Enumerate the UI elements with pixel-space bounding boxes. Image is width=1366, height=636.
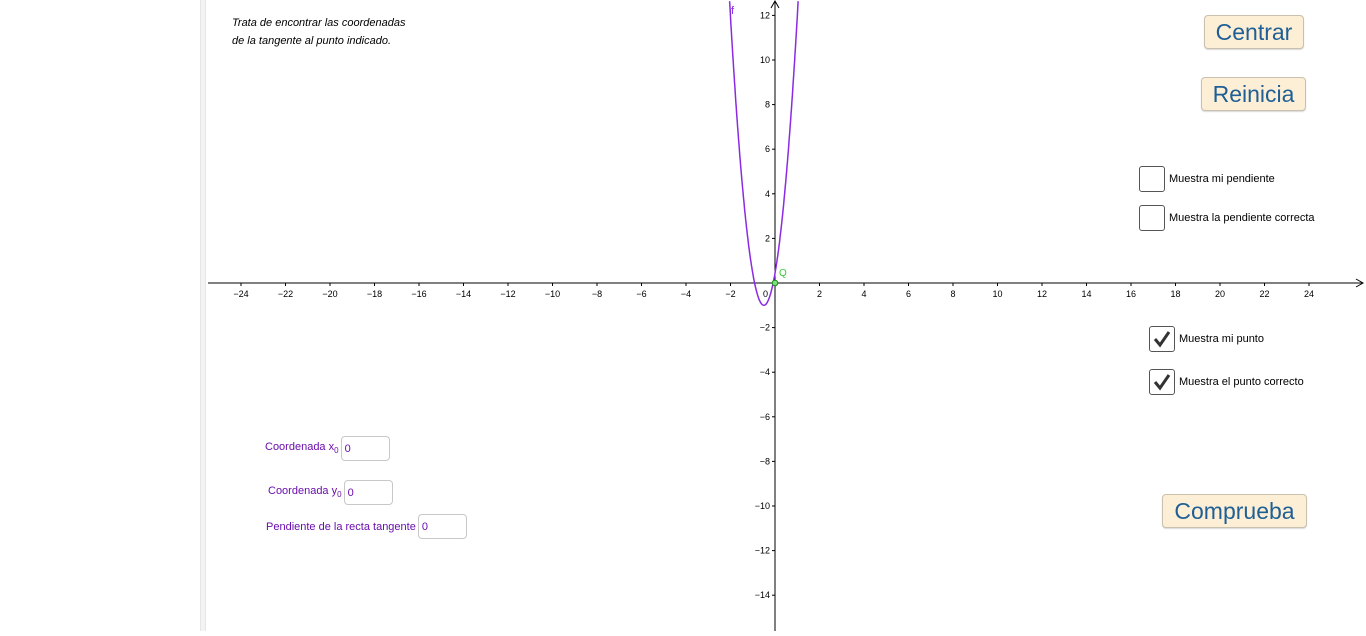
x-tick-label: 6 (906, 289, 911, 299)
pendiente-correcta-label: Muestra la pendiente correcta (1169, 212, 1315, 224)
checkmark-icon (1153, 374, 1171, 391)
x-tick-label: 4 (861, 289, 866, 299)
y-tick-label: 2 (765, 233, 770, 243)
punto-correcto-label: Muestra el punto correcto (1179, 376, 1304, 388)
graphics-view[interactable]: −24 −22 −20 −18 −16 −14 −12 −10 −8 −6 −4 −2 2 4 6 8 10 12… (0, 0, 1366, 631)
x-tick-label: 10 (992, 289, 1002, 299)
x-tick-label: 18 (1170, 289, 1180, 299)
y-tick-label: 8 (765, 100, 770, 110)
x-tick-label: 24 (1304, 289, 1314, 299)
y-tick-label: −14 (755, 590, 770, 600)
x-tick-label: 2 (817, 289, 822, 299)
x0-label-text: Coordenada x (265, 441, 335, 454)
x-tick-label: 16 (1126, 289, 1136, 299)
x-tick-label: −12 (500, 289, 515, 299)
y-tick-label: −10 (755, 501, 770, 511)
function-label: f (731, 5, 735, 17)
centrar-button[interactable]: Centrar (1204, 15, 1304, 49)
x0-label: Coordenada x0 (265, 441, 339, 455)
point-q[interactable] (771, 279, 779, 287)
y-tick-label: −6 (760, 412, 770, 422)
y-tick-label: −4 (760, 367, 770, 377)
reinicia-button[interactable]: Reinicia (1201, 77, 1306, 111)
checkbox-row-mi-pendiente[interactable]: Muestra mi pendiente (1139, 166, 1275, 192)
comprueba-button[interactable]: Comprueba (1162, 494, 1307, 528)
coordinate-plane[interactable]: −24 −22 −20 −18 −16 −14 −12 −10 −8 −6 −4 −2 2 4 6 8 10 12… (0, 0, 1366, 631)
checkbox-row-mi-punto[interactable]: Muestra mi punto (1149, 326, 1264, 352)
checkbox-row-pendiente-correcta[interactable]: Muestra la pendiente correcta (1139, 205, 1315, 231)
slope-input-row: Pendiente de la recta tangente (266, 514, 467, 539)
x-tick-label: −6 (636, 289, 646, 299)
y-tick-label: 10 (760, 55, 770, 65)
y0-input-row: Coordenada y0 (268, 480, 393, 505)
y-tick-label: −2 (760, 323, 770, 333)
x-tick-label: −24 (233, 289, 248, 299)
x-tick-label: 8 (950, 289, 955, 299)
checkmark-icon (1153, 331, 1171, 348)
x-tick-label: 12 (1037, 289, 1047, 299)
y0-label-text: Coordenada y (268, 485, 338, 498)
x-tick-label: −18 (367, 289, 382, 299)
x-tick-label: −10 (545, 289, 560, 299)
mi-pendiente-checkbox[interactable] (1139, 166, 1165, 192)
x-tick-label: −4 (681, 289, 691, 299)
y-tick-label: 12 (760, 10, 770, 20)
x-tick-label: 20 (1215, 289, 1225, 299)
x-tick-label: 22 (1259, 289, 1269, 299)
slope-input[interactable] (417, 514, 467, 539)
pendiente-correcta-checkbox[interactable] (1139, 205, 1165, 231)
x-tick-label: −16 (411, 289, 426, 299)
origin-label: 0 (763, 289, 768, 299)
x-tick-label: −8 (592, 289, 602, 299)
function-f-curve[interactable] (728, 1, 799, 307)
x0-label-sub: 0 (334, 446, 339, 456)
x0-input-row: Coordenada x0 (265, 436, 390, 461)
y0-label: Coordenada y0 (268, 485, 342, 499)
x-tick-label: −20 (322, 289, 337, 299)
x0-input[interactable] (340, 436, 390, 461)
y-tick-label: −12 (755, 546, 770, 556)
x-tick-label: −2 (725, 289, 735, 299)
y-tick-label: −8 (760, 456, 770, 466)
checkbox-row-punto-correcto[interactable]: Muestra el punto correcto (1149, 369, 1304, 395)
punto-correcto-checkbox[interactable] (1149, 369, 1175, 395)
y0-label-sub: 0 (337, 490, 342, 500)
x-tick-label: −22 (278, 289, 293, 299)
mi-punto-label: Muestra mi punto (1179, 333, 1264, 345)
y-tick-label: 4 (765, 189, 770, 199)
x-tick-label: 14 (1081, 289, 1091, 299)
mi-pendiente-label: Muestra mi pendiente (1169, 173, 1275, 185)
instruction-line-1: Trata de encontrar las coordenadas (232, 17, 406, 29)
point-q-label: Q (779, 268, 787, 279)
mi-punto-checkbox[interactable] (1149, 326, 1175, 352)
instruction-line-2: de la tangente al punto indicado. (232, 35, 392, 47)
y0-input[interactable] (343, 480, 393, 505)
x-tick-label: −14 (456, 289, 471, 299)
y-tick-label: 6 (765, 144, 770, 154)
slope-label: Pendiente de la recta tangente (266, 520, 416, 533)
